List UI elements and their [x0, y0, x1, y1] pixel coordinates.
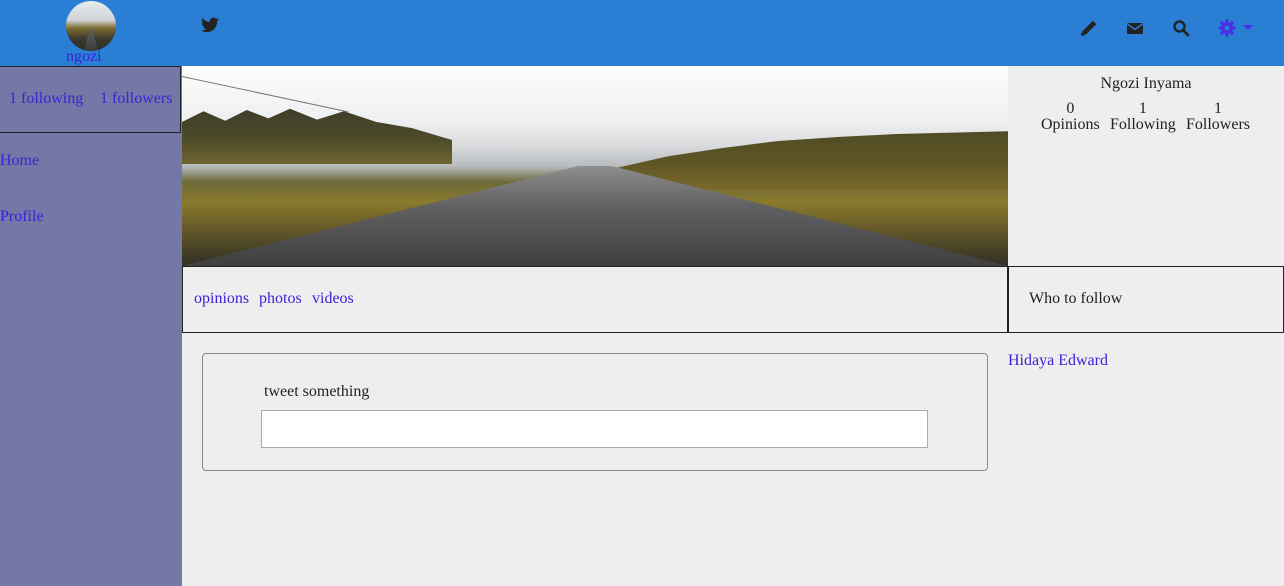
- tab-photos[interactable]: photos: [259, 290, 302, 308]
- twitter-icon[interactable]: [201, 17, 219, 33]
- content-tabs: opinions photos videos: [182, 266, 1008, 333]
- tab-videos[interactable]: videos: [312, 290, 354, 308]
- profile-summary: Ngozi Inyama 0 Opinions 1 Following 1 Fo…: [1008, 66, 1284, 266]
- stat-value: 1: [1214, 100, 1222, 117]
- stat-label: Followers: [1186, 116, 1250, 133]
- who-to-follow-header: Who to follow: [1008, 266, 1284, 333]
- followers-link[interactable]: 1 followers: [100, 90, 172, 108]
- stat-following[interactable]: 1 Following: [1110, 101, 1176, 133]
- cover-photo: [182, 66, 1008, 266]
- stat-label: Opinions: [1041, 116, 1100, 133]
- caret-down-icon[interactable]: [1243, 25, 1253, 30]
- search-icon[interactable]: [1172, 19, 1190, 37]
- user-avatar[interactable]: [66, 1, 116, 51]
- stat-value: 1: [1138, 100, 1147, 117]
- profile-name: Ngozi Inyama: [1100, 75, 1192, 92]
- username-link[interactable]: ngozi: [66, 48, 102, 66]
- pencil-icon[interactable]: [1080, 19, 1098, 37]
- following-link[interactable]: 1 following: [9, 90, 83, 108]
- envelope-icon[interactable]: [1126, 19, 1144, 37]
- compose-label: tweet something: [264, 383, 370, 400]
- sidebar-item-profile[interactable]: Profile: [0, 208, 44, 226]
- stat-followers[interactable]: 1 Followers: [1186, 101, 1250, 133]
- suggested-user-link[interactable]: Hidaya Edward: [1008, 352, 1108, 370]
- sidebar-item-home[interactable]: Home: [0, 152, 39, 170]
- tab-opinions[interactable]: opinions: [194, 290, 249, 308]
- follow-counts-box: 1 following 1 followers: [0, 66, 181, 133]
- stat-label: Following: [1110, 116, 1176, 133]
- left-sidebar: 1 following 1 followers Home Profile: [0, 66, 182, 586]
- stat-opinions[interactable]: 0 Opinions: [1041, 101, 1100, 133]
- stat-value: 0: [1066, 100, 1075, 117]
- compose-box: tweet something: [202, 353, 988, 471]
- gear-icon[interactable]: [1218, 19, 1236, 37]
- top-navbar: ngozi: [0, 0, 1284, 66]
- who-to-follow-title: Who to follow: [1029, 290, 1123, 307]
- tweet-input[interactable]: [261, 410, 928, 448]
